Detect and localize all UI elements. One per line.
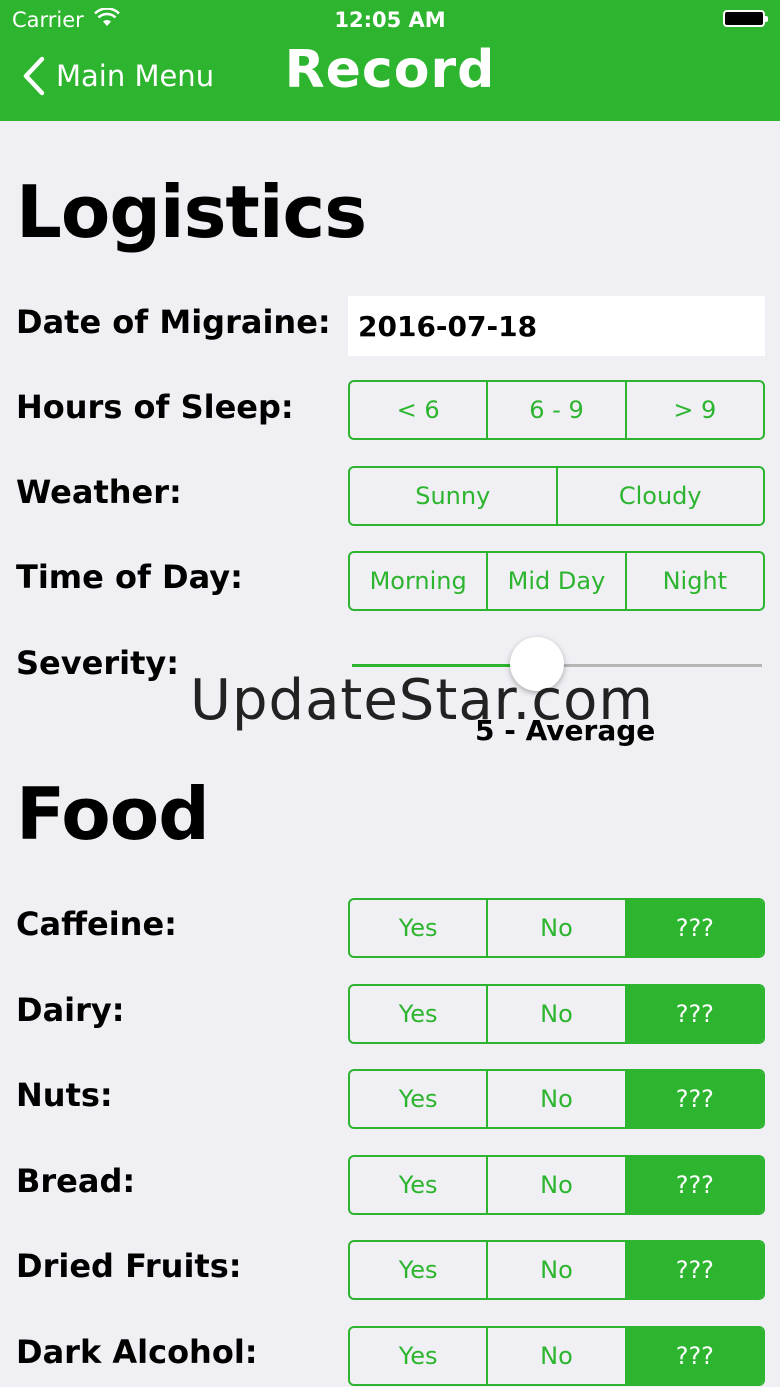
date-label: Date of Migraine: [16, 303, 331, 341]
severity-slider[interactable] [352, 637, 762, 691]
food-option[interactable]: No [488, 1157, 627, 1213]
food-option[interactable]: ??? [626, 986, 763, 1042]
time-of-day-option[interactable]: Night [627, 553, 763, 609]
food-option[interactable]: No [488, 986, 627, 1042]
food-option[interactable]: No [488, 1328, 627, 1384]
severity-label: Severity: [16, 644, 180, 682]
food-option[interactable]: Yes [350, 1071, 489, 1127]
food-segmented-control: Yes No??? [348, 898, 765, 958]
food-option[interactable]: Yes [350, 900, 489, 956]
food-option[interactable]: Yes [350, 1157, 489, 1213]
food-option[interactable]: ??? [626, 900, 763, 956]
sleep-option[interactable]: 6 - 9 [488, 382, 627, 438]
food-option[interactable]: ??? [626, 1328, 763, 1384]
sleep-option[interactable]: > 9 [627, 382, 763, 438]
date-value: 2016-07-18 [358, 309, 538, 343]
time-of-day-option[interactable]: Mid Day [488, 553, 627, 609]
food-item-label: Dark Alcohol: [16, 1333, 258, 1371]
date-field[interactable]: 2016-07-18 [348, 296, 765, 356]
weather-segmented-control: Sunny Cloudy [348, 466, 765, 526]
food-item-label: Bread: [16, 1162, 136, 1200]
sleep-label: Hours of Sleep: [16, 388, 294, 426]
time-of-day-segmented-control: Morning Mid Day Night [348, 551, 765, 611]
food-segmented-control: Yes No??? [348, 1326, 765, 1386]
food-segmented-control: Yes No??? [348, 1069, 765, 1129]
logistics-heading: Logistics [16, 170, 367, 254]
food-segmented-control: Yes No??? [348, 984, 765, 1044]
food-item-label: Dried Fruits: [16, 1247, 242, 1285]
sleep-option[interactable]: < 6 [350, 382, 489, 438]
food-segmented-control: Yes No??? [348, 1240, 765, 1300]
weather-label: Weather: [16, 473, 182, 511]
weather-option[interactable]: Cloudy [558, 468, 764, 524]
food-option[interactable]: No [488, 1242, 627, 1298]
page-title: Record [284, 40, 496, 100]
food-option[interactable]: ??? [626, 1071, 763, 1127]
food-segmented-control: Yes No??? [348, 1155, 765, 1215]
time-of-day-option[interactable]: Morning [350, 553, 489, 609]
weather-option[interactable]: Sunny [350, 468, 558, 524]
food-option[interactable]: ??? [626, 1242, 763, 1298]
food-option[interactable]: Yes [350, 986, 489, 1042]
food-item-label: Caffeine: [16, 905, 177, 943]
food-option[interactable]: Yes [350, 1328, 489, 1384]
food-heading: Food [16, 772, 210, 856]
food-item-label: Nuts: [16, 1076, 113, 1114]
battery-icon [723, 10, 768, 27]
food-option[interactable]: No [488, 1071, 627, 1127]
clock-label: 12:05 AM [334, 8, 446, 32]
food-item-label: Dairy: [16, 991, 125, 1029]
navigation-bar: Carrier 12:05 AM Main Menu Record [0, 0, 780, 121]
severity-value: 5 - Average [475, 714, 656, 747]
food-option[interactable]: ??? [626, 1157, 763, 1213]
time-of-day-label: Time of Day: [16, 558, 243, 596]
sleep-segmented-control: < 6 6 - 9 > 9 [348, 380, 765, 440]
food-option[interactable]: No [488, 900, 627, 956]
food-option[interactable]: Yes [350, 1242, 489, 1298]
